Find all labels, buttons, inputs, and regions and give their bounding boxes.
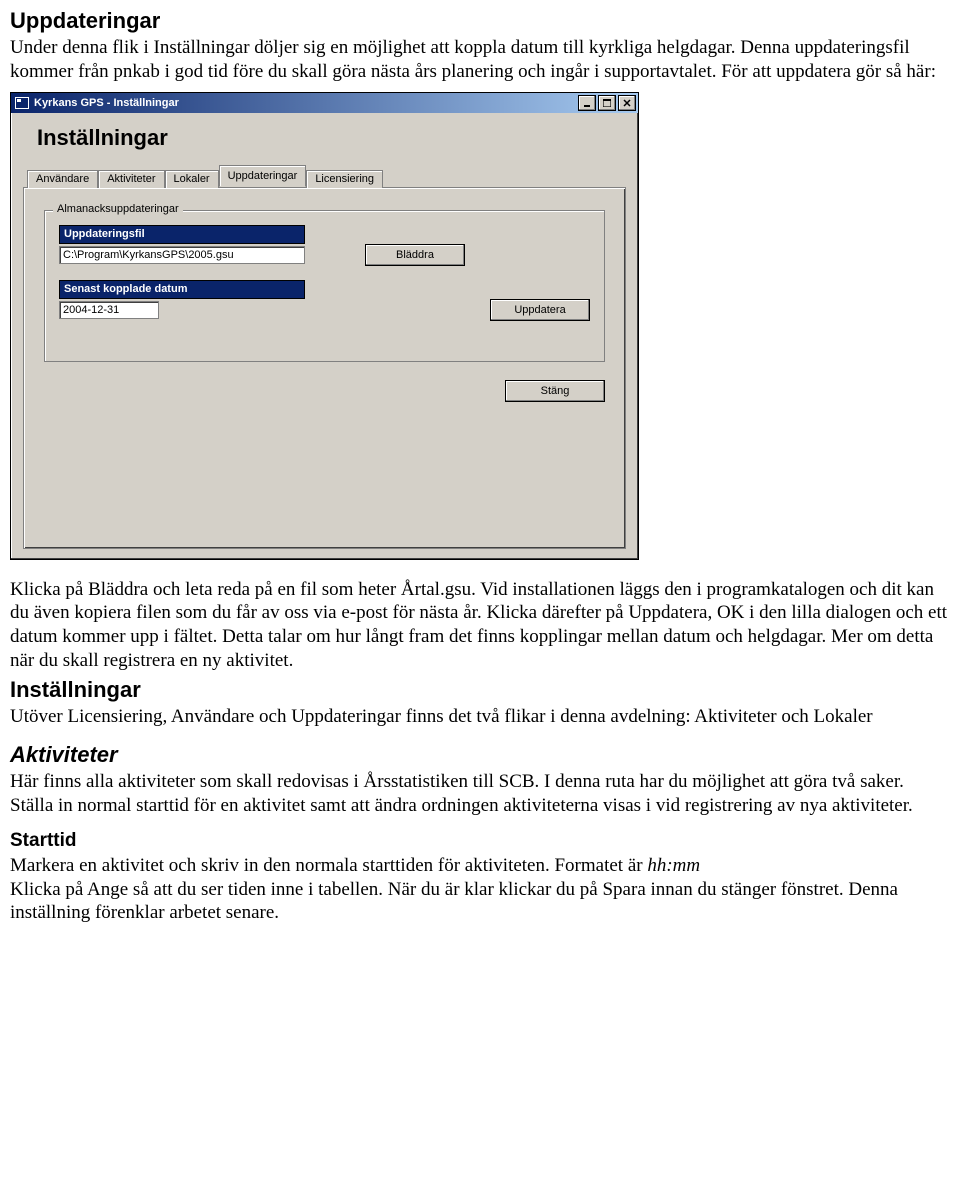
para-starttid: Markera en aktivitet och skriv in den no… [10,854,950,925]
heading-installningar: Inställningar [10,677,950,703]
para-aktiviteter: Här finns alla aktiviteter som skall red… [10,770,950,818]
browse-button[interactable]: Bläddra [365,244,465,266]
tab-lokaler[interactable]: Lokaler [165,170,219,188]
app-icon [14,96,30,110]
screenshot-dialog: Kyrkans GPS - Inställningar Inställninga… [10,92,950,560]
text-starttid-a: Markera en aktivitet och skriv in den no… [10,855,647,876]
label-senast-datum: Senast kopplade datum [59,280,305,299]
maximize-button[interactable] [598,95,616,111]
para-installningar: Utöver Licensiering, Användare och Uppda… [10,705,950,729]
field-senast-datum: Senast kopplade datum Uppdatera [59,280,590,321]
tab-bar: Användare Aktiviteter Lokaler Uppdaterin… [27,165,626,187]
para-uppdateringar: Under denna flik i Inställningar döljer … [10,36,950,84]
tab-anvandare[interactable]: Användare [27,170,98,188]
para-after-screenshot: Klicka på Bläddra och leta reda på en fi… [10,578,950,673]
tab-aktiviteter[interactable]: Aktiviteter [98,170,164,188]
group-legend: Almanacksuppdateringar [53,203,183,215]
input-uppdateringsfil[interactable] [59,246,305,264]
heading-starttid: Starttid [10,830,950,852]
heading-aktiviteter: Aktiviteter [10,742,950,768]
text-starttid-format: hh:mm [647,855,700,876]
input-senast-datum[interactable] [59,301,159,319]
update-button[interactable]: Uppdatera [490,299,590,321]
titlebar: Kyrkans GPS - Inställningar [11,93,638,113]
tab-licensiering[interactable]: Licensiering [306,170,383,188]
window-title: Kyrkans GPS - Inställningar [34,97,578,109]
field-uppdateringsfil: Uppdateringsfil Bläddra [59,225,590,266]
heading-uppdateringar: Uppdateringar [10,8,950,34]
text-starttid-b: Klicka på Ange så att du ser tiden inne … [10,879,898,924]
settings-window: Kyrkans GPS - Inställningar Inställninga… [10,92,639,560]
close-dialog-button[interactable]: Stäng [505,380,605,402]
close-button[interactable] [618,95,636,111]
tab-uppdateringar[interactable]: Uppdateringar [219,165,307,187]
dialog-heading: Inställningar [37,125,626,151]
tab-panel: Almanacksuppdateringar Uppdateringsfil B… [23,187,626,549]
label-uppdateringsfil: Uppdateringsfil [59,225,305,244]
minimize-button[interactable] [578,95,596,111]
groupbox-almanack: Almanacksuppdateringar Uppdateringsfil B… [44,210,605,362]
